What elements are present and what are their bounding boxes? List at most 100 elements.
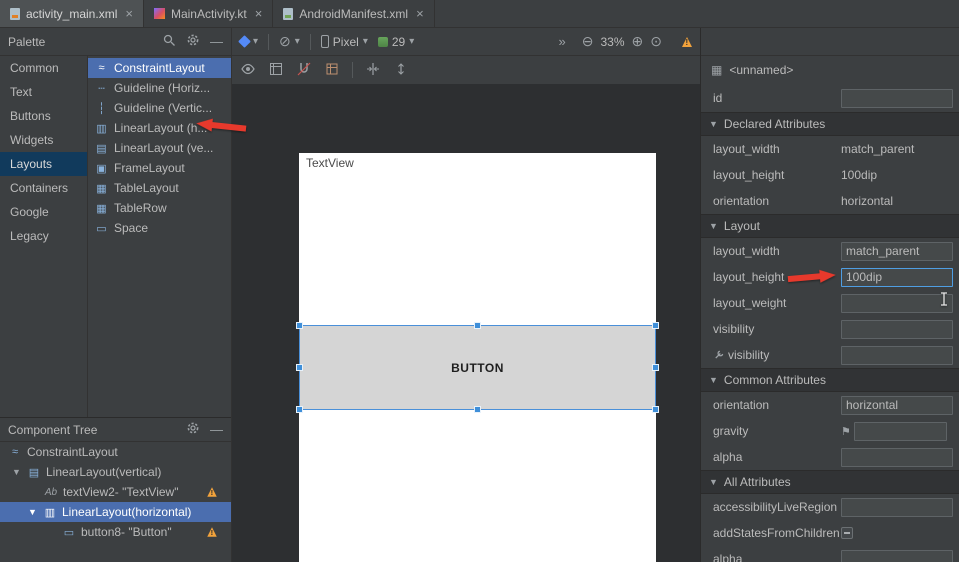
zoom-fit-icon[interactable]: ⊙ [650,33,662,50]
close-icon[interactable]: × [125,7,133,20]
tree-node-linearlayout-horizontal[interactable]: ▼ ▥ LinearLayout(horizontal) [0,502,231,522]
button-component[interactable]: BUTTON [451,361,504,375]
canvas-toolbar [231,56,700,84]
palette-item-framelayout[interactable]: ▣ FrameLayout [88,158,231,178]
blueprint-mode-icon[interactable] [268,61,284,80]
palette-item-tablelayout[interactable]: ▦ TableLayout [88,178,231,198]
tools-visibility-input[interactable] [841,346,953,365]
default-margins-icon[interactable] [324,61,340,80]
tree-node-button8[interactable]: ▭ button8- "Button" [0,522,231,542]
zoom-in-icon[interactable]: ⊕ [632,33,644,50]
tab-mainactivity-kt[interactable]: MainActivity.kt × [144,0,273,27]
section-common-attributes[interactable]: ▼ Common Attributes [701,368,959,392]
resize-handle-mid-right[interactable] [652,364,659,371]
flag-icon[interactable]: ⚑ [841,425,851,438]
device-artboard[interactable]: TextView BUTTON [299,153,656,562]
tab-androidmanifest-xml[interactable]: AndroidManifest.xml × [273,0,434,27]
resize-handle-top-left[interactable] [296,322,303,329]
design-surface[interactable]: TextView BUTTON [231,84,700,562]
tree-node-label: ConstraintLayout [27,445,118,459]
attr-value[interactable]: horizontal [841,194,893,208]
palette-item-label: TableRow [114,201,167,215]
palette-category-google[interactable]: Google [0,200,87,224]
attr-row-gravity: gravity ⚑ [701,418,959,444]
minimize-icon[interactable]: — [210,423,223,436]
section-declared-attributes[interactable]: ▼ Declared Attributes [701,112,959,136]
resize-handle-top-right[interactable] [652,322,659,329]
alpha-input[interactable] [841,448,953,467]
expand-arrow-icon[interactable]: ▼ [28,507,38,517]
api-selector[interactable]: 29 ▾ [378,35,414,49]
palette-item-label: ConstraintLayout [114,61,205,75]
section-all-attributes[interactable]: ▼ All Attributes [701,470,959,494]
section-title: All Attributes [724,475,791,489]
attr-value[interactable]: 100dip [841,168,877,182]
layout-height-input[interactable] [841,268,953,287]
resize-handle-top-center[interactable] [474,322,481,329]
constraintlayout-icon: ≈ [95,62,108,74]
search-icon[interactable] [162,33,176,50]
textview-component[interactable]: TextView [306,156,354,170]
resize-handle-bottom-left[interactable] [296,406,303,413]
design-surface-selector[interactable]: ▾ [240,36,258,47]
section-layout[interactable]: ▼ Layout [701,214,959,238]
palette-category-text[interactable]: Text [0,80,87,104]
expand-arrow-icon[interactable]: ▼ [12,467,22,477]
accessibilityliveregion-input[interactable] [841,498,953,517]
minimize-icon[interactable]: — [210,35,223,48]
alpha-all-input[interactable] [841,550,953,562]
gear-icon[interactable] [186,421,200,438]
palette-item-tablerow[interactable]: ▦ TableRow [88,198,231,218]
tab-activity-main-xml[interactable]: activity_main.xml × [0,0,144,27]
palette-item-linearlayout-vertical[interactable]: ▤ LinearLayout (ve... [88,138,231,158]
visibility-input[interactable] [841,320,953,339]
tree-node-constraintlayout[interactable]: ≈ ConstraintLayout [0,442,231,462]
palette-item-space[interactable]: ▭ Space [88,218,231,238]
tree-node-textview2[interactable]: Ab textView2- "TextView" [0,482,231,502]
palette-category-widgets[interactable]: Widgets [0,128,87,152]
close-icon[interactable]: × [416,7,424,20]
palette-item-constraintlayout[interactable]: ≈ ConstraintLayout [88,58,231,78]
zoom-out-icon[interactable]: ⊖ [582,33,594,50]
addstatesfromchildren-checkbox[interactable] [841,527,853,539]
attr-label: layout_height [713,168,841,182]
divider [352,62,353,78]
attr-row-declared-orientation: orientation horizontal [701,188,959,214]
attr-label: layout_width [713,142,841,156]
selected-linearlayout[interactable]: BUTTON [299,325,656,410]
id-input[interactable] [841,89,953,108]
palette-category-legacy[interactable]: Legacy [0,224,87,248]
palette-category-common[interactable]: Common [0,56,87,80]
resize-handle-bottom-center[interactable] [474,406,481,413]
gravity-input[interactable] [854,422,947,441]
device-selector[interactable]: Pixel ▾ [321,35,368,49]
palette-item-guideline-horizontal[interactable]: ┄ Guideline (Horiz... [88,78,231,98]
layout-weight-input[interactable] [841,294,953,313]
tree-node-linearlayout-vertical[interactable]: ▼ ▤ LinearLayout(vertical) [0,462,231,482]
attr-label: layout_width [713,244,841,258]
attr-value[interactable]: match_parent [841,142,914,156]
toolbar-overflow-icon[interactable]: » [559,35,566,48]
close-icon[interactable]: × [255,7,263,20]
palette-category-buttons[interactable]: Buttons [0,104,87,128]
section-collapse-icon: ▼ [709,375,718,385]
resize-handle-mid-left[interactable] [296,364,303,371]
attr-label: gravity [713,424,841,438]
tree-node-label: button8- "Button" [81,525,172,539]
view-options-eye-icon[interactable] [240,61,256,80]
resize-handle-bottom-right[interactable] [652,406,659,413]
align-horizontal-icon[interactable] [365,61,381,80]
guideline-horizontal-icon: ┄ [95,82,108,95]
component-tree-title: Component Tree [8,423,97,437]
expand-vertical-icon[interactable] [393,61,409,80]
attr-row-alpha-all: alpha [701,546,959,562]
warning-icon[interactable] [682,37,692,47]
palette-item-guideline-vertical[interactable]: ┆ Guideline (Vertic... [88,98,231,118]
autoconnect-off-magnet-icon[interactable] [296,61,312,80]
palette-category-layouts[interactable]: Layouts [0,152,87,176]
gear-icon[interactable] [186,33,200,50]
theme-selector[interactable]: ⊘ ▾ [279,33,300,50]
palette-category-containers[interactable]: Containers [0,176,87,200]
orientation-input[interactable] [841,396,953,415]
layout-width-input[interactable] [841,242,953,261]
